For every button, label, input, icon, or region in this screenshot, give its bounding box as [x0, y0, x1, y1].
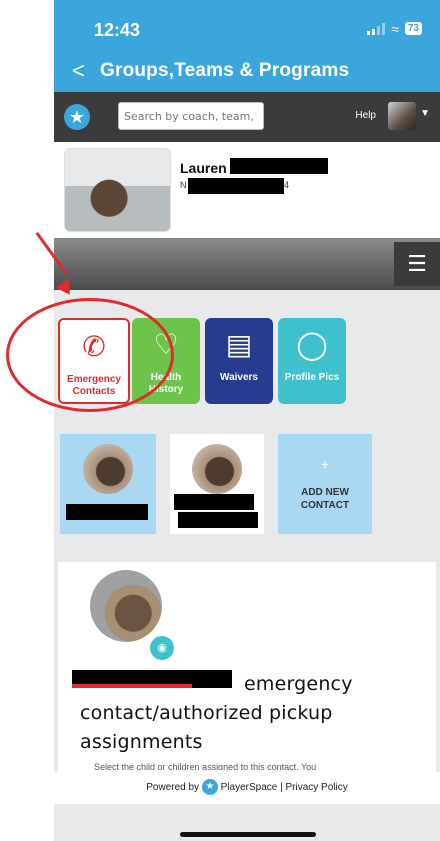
redaction-underline — [72, 684, 192, 688]
contact-photo — [83, 444, 133, 494]
contact-card[interactable] — [60, 434, 156, 534]
footer: Powered by ★ PlayerSpace | Privacy Polic… — [54, 772, 440, 804]
hamburger-icon[interactable]: ☰ — [394, 242, 440, 286]
powered-by-label: Powered by — [146, 782, 200, 793]
wifi-icon: ≈ — [391, 20, 399, 37]
battery-icon: 73 — [404, 22, 422, 35]
user-avatar[interactable] — [388, 102, 416, 130]
phone-screen: 12:43 ≈ 73 < Groups,Teams & Programs ★ H… — [54, 0, 440, 841]
playerspace-logo-icon: ★ — [201, 779, 218, 796]
status-time: 12:43 — [94, 20, 141, 40]
playerspace-logo-icon[interactable]: ★ — [64, 104, 90, 130]
chevron-down-icon[interactable]: ▼ — [420, 108, 430, 119]
profile-strip: Lauren N 4 — [54, 142, 440, 238]
back-button[interactable]: < — [72, 58, 85, 84]
camera-icon[interactable]: ◉ — [150, 636, 174, 660]
menu-band: ☰ — [54, 238, 440, 290]
system-icons: ≈ 73 — [367, 20, 422, 37]
redaction-bar — [230, 158, 328, 174]
contact-photo — [192, 444, 242, 494]
tile-label: Waivers — [220, 372, 258, 383]
redaction-bar — [174, 494, 254, 510]
redaction-bar — [178, 512, 258, 528]
tile-profile-pics[interactable]: ◯ Profile Pics — [278, 318, 346, 404]
add-new-contact-button[interactable]: + ADD NEW CONTACT — [278, 434, 372, 534]
contact-detail-panel: ◉ emergency contact/authorized pickup as… — [58, 562, 436, 772]
contact-avatar — [90, 570, 162, 642]
contact-card[interactable] — [170, 434, 264, 534]
detail-note: Select the child or children assigned to… — [94, 762, 317, 770]
nav-title: Groups,Teams & Programs — [100, 60, 350, 81]
footer-brand-link[interactable]: PlayerSpace — [221, 782, 278, 793]
tile-waivers[interactable]: ▤ Waivers — [205, 318, 273, 404]
status-bar: 12:43 ≈ 73 — [54, 0, 440, 52]
profile-subtitle-prefix: N — [180, 180, 187, 190]
profile-photo[interactable] — [64, 148, 171, 232]
plus-icon: + — [320, 456, 330, 472]
profile-name: Lauren — [180, 160, 227, 176]
nav-bar: < Groups,Teams & Programs — [54, 52, 440, 92]
redaction-bar — [188, 178, 284, 194]
redaction-bar — [66, 504, 148, 520]
tile-label: Profile Pics — [284, 372, 340, 383]
profile-subtitle-suffix: 4 — [284, 180, 290, 190]
help-link[interactable]: Help — [355, 110, 376, 121]
signal-icon — [367, 22, 386, 35]
camera-icon: ◯ — [296, 329, 328, 360]
privacy-policy-link[interactable]: Privacy Policy — [286, 782, 348, 793]
search-input[interactable] — [118, 102, 264, 130]
annotation-circle — [6, 298, 174, 412]
app-header: ★ Help ▼ — [54, 92, 440, 142]
document-alert-icon: ▤ — [225, 329, 253, 360]
footer-separator: | — [280, 782, 283, 793]
home-indicator — [180, 832, 316, 837]
contacts-row: + ADD NEW CONTACT — [54, 434, 440, 534]
add-contact-label: ADD NEW CONTACT — [300, 487, 350, 511]
